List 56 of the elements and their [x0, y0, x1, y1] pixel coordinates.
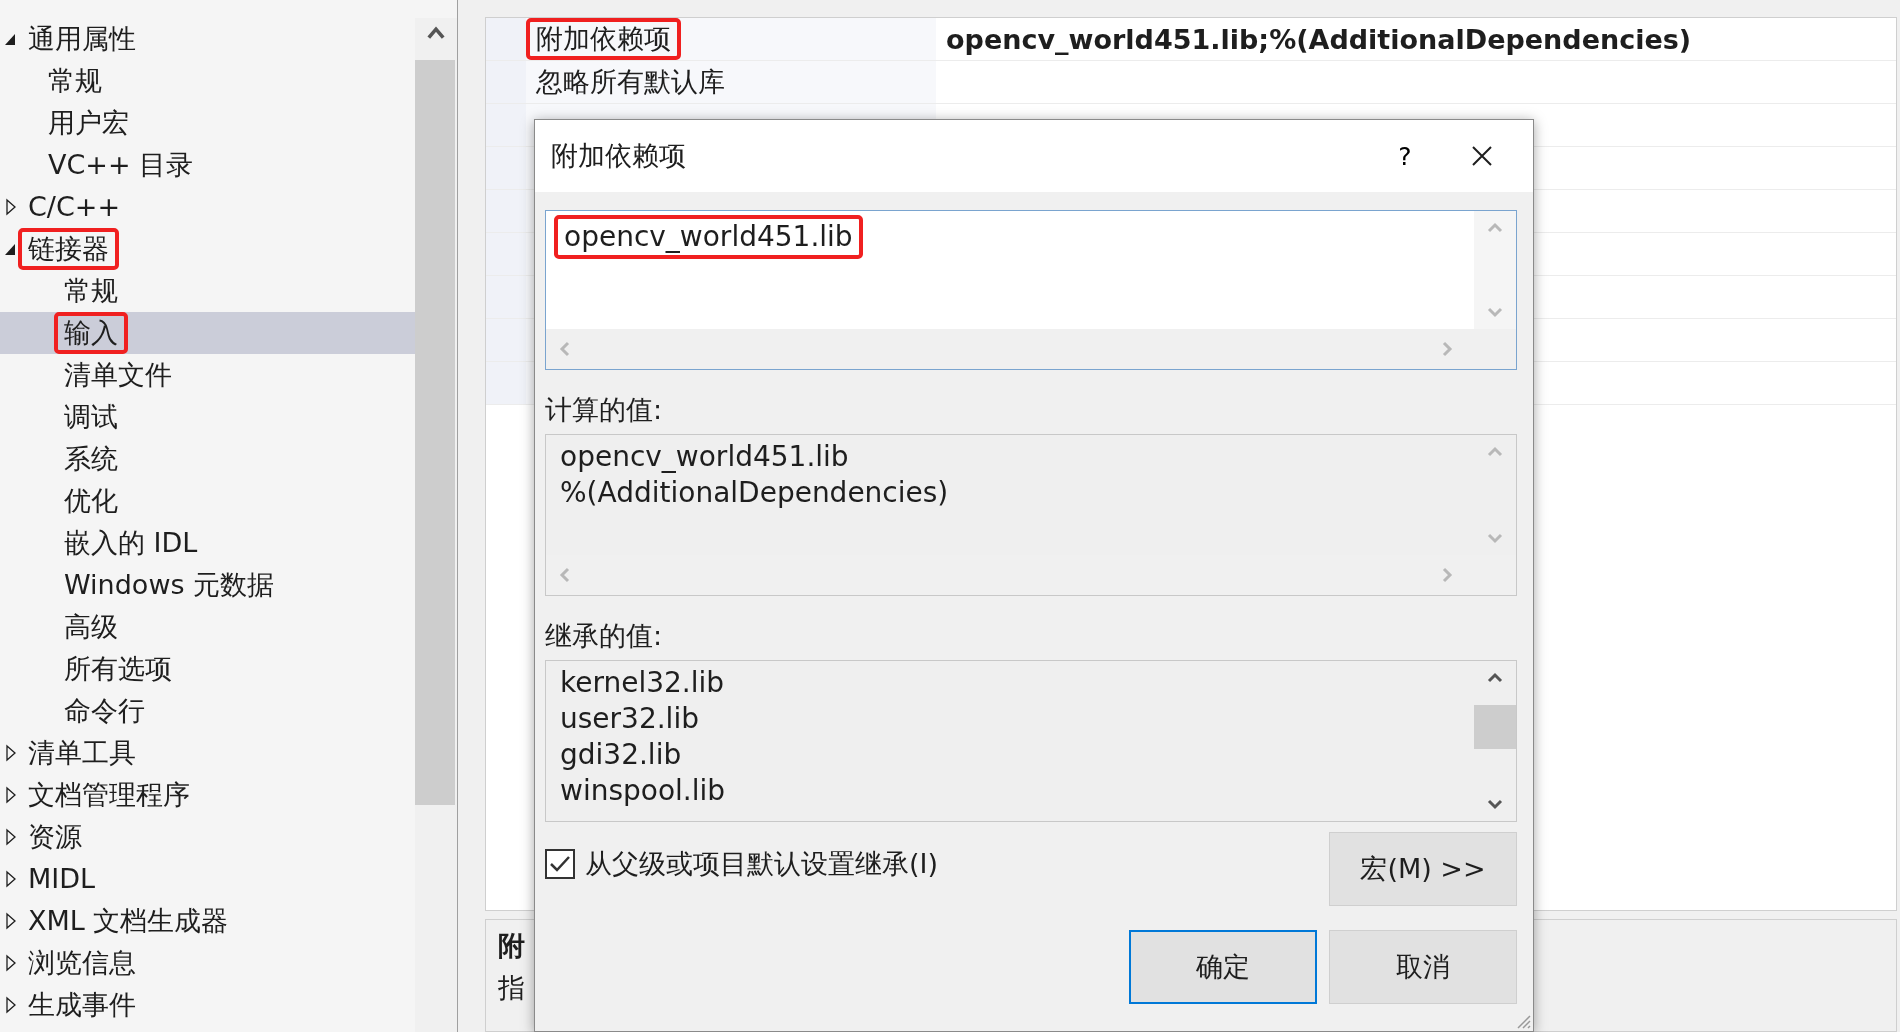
collapsed-triangle-icon[interactable] [4, 868, 18, 890]
tree-item[interactable]: 生成事件 [0, 984, 415, 1026]
tree-item[interactable]: 用户宏 [0, 102, 415, 144]
collapsed-triangle-icon[interactable] [4, 784, 18, 806]
description-title: 附 [498, 929, 526, 963]
scrollbar-thumb[interactable] [1474, 705, 1516, 749]
tree-item[interactable]: 命令行 [0, 690, 415, 732]
dependencies-editor[interactable]: opencv_world451.lib [545, 210, 1517, 370]
collapsed-triangle-icon[interactable] [4, 742, 18, 764]
cancel-button[interactable]: 取消 [1329, 930, 1517, 1004]
tree-item[interactable]: 调试 [0, 396, 415, 438]
close-icon[interactable] [1470, 144, 1494, 168]
property-row[interactable]: 忽略所有默认库 [486, 61, 1896, 104]
tree-item[interactable]: 清单工具 [0, 732, 415, 774]
inherited-label: 继承的值: [545, 619, 664, 653]
tree-item[interactable]: Windows 元数据 [0, 564, 415, 606]
description-text: 指 [498, 971, 526, 1005]
tree-item[interactable]: 所有选项 [0, 648, 415, 690]
property-name[interactable]: 忽略所有默认库 [526, 61, 735, 103]
tree-item[interactable]: 常规 [0, 270, 415, 312]
collapsed-triangle-icon[interactable] [4, 952, 18, 974]
tree-item[interactable]: VC++ 目录 [0, 144, 415, 186]
tree-item[interactable]: MIDL [0, 858, 415, 900]
ok-button[interactable]: 确定 [1129, 930, 1317, 1004]
values-list: kernel32.lib user32.lib gdi32.lib winspool.lib [545, 660, 1517, 822]
tree-item[interactable]: 浏览信息 [0, 942, 415, 984]
scrollbar[interactable] [415, 18, 457, 1032]
macros-button[interactable]: 宏(M) >> [1329, 832, 1517, 906]
tree-item[interactable]: 文档管理程序 [0, 774, 415, 816]
collapsed-triangle-icon[interactable] [4, 910, 18, 932]
computed-label: 计算的值: [545, 393, 664, 427]
tree-item[interactable]: 常规 [0, 60, 415, 102]
tree-item[interactable]: 嵌入的 IDL [0, 522, 415, 564]
collapsed-triangle-icon[interactable] [4, 196, 18, 218]
property-name[interactable]: 附加依赖项 [526, 18, 681, 60]
collapsed-triangle-icon[interactable] [4, 994, 18, 1016]
scrollbar[interactable] [546, 329, 1516, 369]
collapsed-triangle-icon[interactable] [4, 826, 18, 848]
tree-item[interactable]: C/C++ [0, 186, 415, 228]
tree-item[interactable]: XML 文档生成器 [0, 900, 415, 942]
property-value: opencv_world451.lib;%(AdditionalDependencies) [945, 22, 1693, 57]
tree-item[interactable]: 优化 [0, 480, 415, 522]
tree-item[interactable]: 高级 [0, 606, 415, 648]
tree-item[interactable]: 清单文件 [0, 354, 415, 396]
inherit-checkbox[interactable]: 从父级或项目默认设置继承(I) [545, 846, 939, 882]
dialog-title: 附加依赖项 [551, 139, 687, 173]
tree-item[interactable]: 输入 [0, 312, 415, 354]
help-button[interactable]: ? [1375, 131, 1435, 181]
scrollbar-thumb[interactable] [415, 60, 455, 805]
values-list: opencv_world451.lib %(AdditionalDependencies) [545, 434, 1517, 596]
tree-item[interactable]: 资源 [0, 816, 415, 858]
checkbox-icon[interactable] [545, 849, 575, 879]
property-row[interactable]: 附加依赖项 opencv_world451.lib;%(AdditionalDependencies) [486, 18, 1896, 61]
tree-item[interactable]: 通用属性 [0, 18, 415, 60]
tree-item[interactable]: 系统 [0, 438, 415, 480]
tree-item[interactable]: 链接器 [0, 228, 415, 270]
